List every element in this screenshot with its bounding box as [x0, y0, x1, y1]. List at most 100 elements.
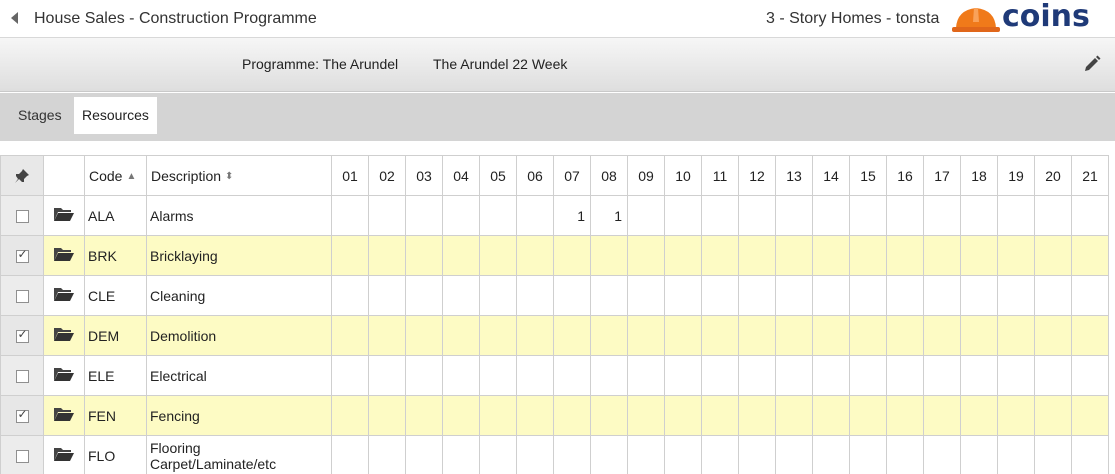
table-row[interactable]: ALA Alarms 1 1	[0, 195, 1109, 236]
week-value-cell[interactable]	[738, 195, 776, 236]
week-value-cell[interactable]	[812, 355, 850, 396]
week-value-cell[interactable]	[997, 395, 1035, 436]
folder-icon[interactable]	[53, 328, 75, 345]
week-value-cell[interactable]	[331, 435, 369, 474]
week-value-cell[interactable]	[516, 315, 554, 356]
week-value-cell[interactable]	[590, 435, 628, 474]
week-value-cell[interactable]	[997, 355, 1035, 396]
week-value-cell[interactable]	[590, 355, 628, 396]
sort-icon[interactable]: ⬍	[225, 171, 233, 182]
week-value-cell[interactable]	[405, 315, 443, 356]
week-value-cell[interactable]	[701, 195, 739, 236]
week-value-cell[interactable]	[368, 275, 406, 316]
week-value-cell[interactable]	[923, 235, 961, 276]
week-value-cell[interactable]	[738, 355, 776, 396]
edit-pencil-icon[interactable]	[1082, 54, 1102, 74]
week-value-cell[interactable]	[997, 435, 1035, 474]
week-value-cell[interactable]	[775, 355, 813, 396]
week-value-cell[interactable]	[886, 435, 924, 474]
week-value-cell[interactable]	[960, 315, 998, 356]
week-value-cell[interactable]	[923, 315, 961, 356]
week-value-cell[interactable]	[997, 235, 1035, 276]
week-value-cell[interactable]	[1034, 235, 1072, 276]
week-value-cell[interactable]	[479, 435, 517, 474]
week-value-cell[interactable]	[479, 355, 517, 396]
week-value-cell[interactable]	[627, 195, 665, 236]
week-value-cell[interactable]	[442, 315, 480, 356]
week-value-cell[interactable]	[553, 315, 591, 356]
week-value-cell[interactable]	[1034, 195, 1072, 236]
week-value-cell[interactable]	[923, 275, 961, 316]
week-value-cell[interactable]	[664, 435, 702, 474]
week-value-cell[interactable]	[738, 275, 776, 316]
week-value-cell[interactable]	[331, 395, 369, 436]
week-value-cell[interactable]	[1034, 315, 1072, 356]
week-value-cell[interactable]	[627, 235, 665, 276]
week-value-cell[interactable]	[775, 315, 813, 356]
week-value-cell[interactable]	[738, 395, 776, 436]
week-value-cell[interactable]	[849, 275, 887, 316]
table-row[interactable]: ✓ BRK Bricklaying	[0, 235, 1109, 276]
week-value-cell[interactable]	[405, 435, 443, 474]
week-value-cell[interactable]	[849, 395, 887, 436]
week-value-cell[interactable]	[812, 395, 850, 436]
week-value-cell[interactable]	[1071, 195, 1109, 236]
week-value-cell[interactable]	[627, 315, 665, 356]
row-checkbox[interactable]: ✓	[15, 407, 29, 424]
week-value-cell[interactable]	[442, 275, 480, 316]
week-value-cell[interactable]	[368, 395, 406, 436]
week-value-cell[interactable]	[553, 395, 591, 436]
week-value-cell[interactable]	[405, 195, 443, 236]
week-value-cell[interactable]	[997, 195, 1035, 236]
week-value-cell[interactable]	[849, 355, 887, 396]
week-value-cell[interactable]	[775, 275, 813, 316]
folder-icon[interactable]	[53, 288, 75, 305]
folder-icon[interactable]	[53, 208, 75, 225]
sort-asc-icon[interactable]: ▲	[126, 171, 136, 182]
week-value-cell[interactable]: 1	[590, 195, 628, 236]
week-value-cell[interactable]	[405, 275, 443, 316]
week-value-cell[interactable]	[331, 355, 369, 396]
week-value-cell[interactable]	[886, 355, 924, 396]
row-checkbox[interactable]	[15, 370, 29, 384]
week-value-cell[interactable]	[590, 395, 628, 436]
table-row[interactable]: FLO Flooring Carpet/Laminate/etc	[0, 435, 1109, 474]
week-value-cell[interactable]	[960, 355, 998, 396]
week-value-cell[interactable]	[849, 195, 887, 236]
week-value-cell[interactable]	[479, 275, 517, 316]
week-value-cell[interactable]	[1071, 235, 1109, 276]
pin-icon[interactable]	[13, 167, 31, 185]
week-value-cell[interactable]	[1034, 355, 1072, 396]
row-checkbox[interactable]	[15, 290, 29, 304]
week-value-cell[interactable]	[775, 195, 813, 236]
table-row[interactable]: ELE Electrical	[0, 355, 1109, 396]
week-value-cell[interactable]	[1071, 275, 1109, 316]
week-value-cell[interactable]	[886, 235, 924, 276]
week-value-cell[interactable]	[664, 195, 702, 236]
week-value-cell[interactable]	[627, 355, 665, 396]
week-value-cell[interactable]	[923, 195, 961, 236]
week-value-cell[interactable]	[331, 235, 369, 276]
week-value-cell[interactable]	[442, 195, 480, 236]
week-value-cell[interactable]	[627, 435, 665, 474]
week-value-cell[interactable]	[516, 195, 554, 236]
week-value-cell[interactable]	[701, 275, 739, 316]
week-value-cell[interactable]	[664, 395, 702, 436]
week-value-cell[interactable]	[923, 355, 961, 396]
week-value-cell[interactable]	[405, 355, 443, 396]
week-value-cell[interactable]	[553, 235, 591, 276]
week-value-cell[interactable]	[812, 235, 850, 276]
week-value-cell[interactable]	[701, 235, 739, 276]
week-value-cell[interactable]	[701, 395, 739, 436]
week-value-cell[interactable]	[1034, 395, 1072, 436]
week-value-cell[interactable]	[849, 315, 887, 356]
week-value-cell[interactable]	[960, 275, 998, 316]
week-value-cell[interactable]	[886, 195, 924, 236]
week-value-cell[interactable]	[405, 235, 443, 276]
week-value-cell[interactable]	[664, 355, 702, 396]
week-value-cell[interactable]	[368, 355, 406, 396]
week-value-cell[interactable]	[775, 235, 813, 276]
week-value-cell[interactable]	[627, 395, 665, 436]
week-value-cell[interactable]: 1	[553, 195, 591, 236]
week-value-cell[interactable]	[368, 315, 406, 356]
